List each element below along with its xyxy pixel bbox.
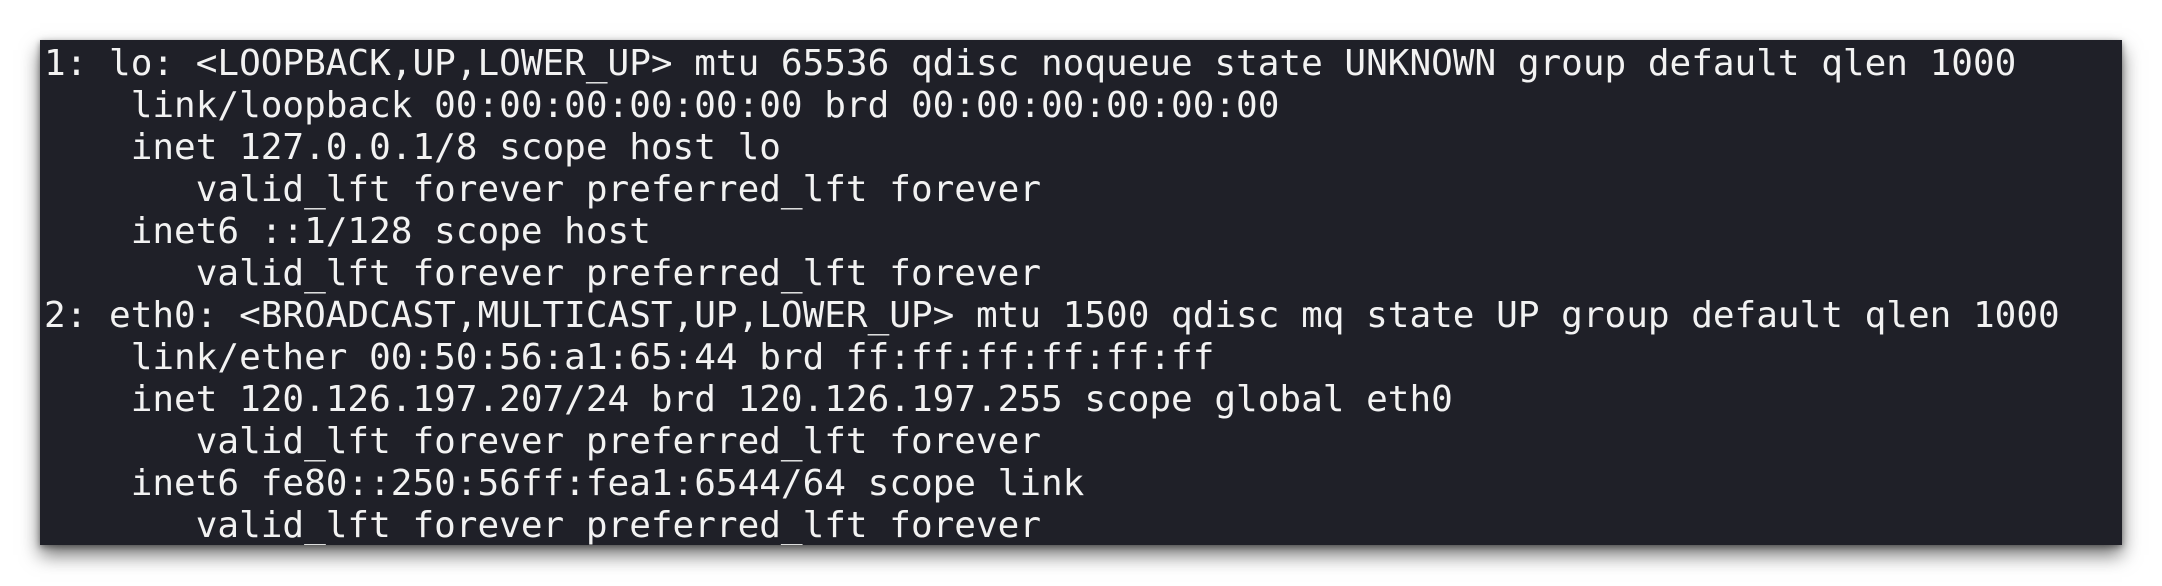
terminal-line-eth0-inet6: inet6 fe80::250:56ff:fea1:6544/64 scope … — [44, 463, 1085, 504]
terminal-line-lo-inet: inet 127.0.0.1/8 scope host lo — [44, 127, 781, 168]
terminal-line-eth0-inet: inet 120.126.197.207/24 brd 120.126.197.… — [44, 379, 1453, 420]
terminal-line-lo-header: 1: lo: <LOOPBACK,UP,LOWER_UP> mtu 65536 … — [44, 43, 2017, 84]
terminal-line-eth0-header: 2: eth0: <BROADCAST,MULTICAST,UP,LOWER_U… — [44, 295, 2060, 336]
terminal-line-lo-inet-lifetime: valid_lft forever preferred_lft forever — [44, 169, 1041, 210]
terminal-line-lo-link: link/loopback 00:00:00:00:00:00 brd 00:0… — [44, 85, 1280, 126]
terminal-output: 1: lo: <LOOPBACK,UP,LOWER_UP> mtu 65536 … — [40, 40, 2122, 545]
terminal-line-lo-inet6-lifetime: valid_lft forever preferred_lft forever — [44, 253, 1041, 294]
terminal-line-eth0-inet-lifetime: valid_lft forever preferred_lft forever — [44, 421, 1041, 462]
terminal-line-lo-inet6: inet6 ::1/128 scope host — [44, 211, 651, 252]
terminal-line-eth0-inet6-lifetime: valid_lft forever preferred_lft forever — [44, 505, 1041, 545]
terminal-line-eth0-link: link/ether 00:50:56:a1:65:44 brd ff:ff:f… — [44, 337, 1215, 378]
